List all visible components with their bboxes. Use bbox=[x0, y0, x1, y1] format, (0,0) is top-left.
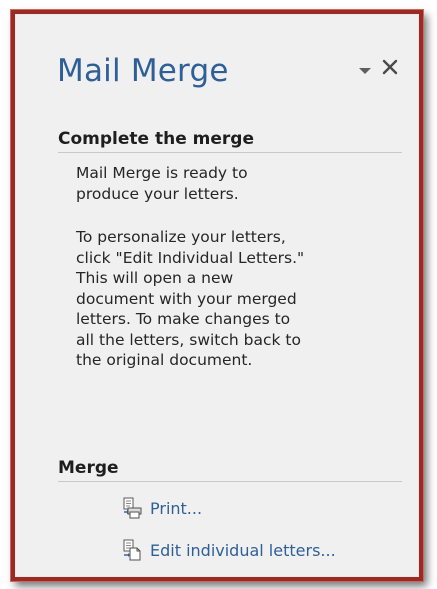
section-divider bbox=[58, 152, 402, 153]
merge-heading: Merge bbox=[58, 458, 119, 478]
instructions-line: the original document. bbox=[76, 351, 253, 369]
pane-options-dropdown-icon[interactable] bbox=[358, 66, 372, 76]
ready-message-line: produce your letters. bbox=[76, 184, 239, 203]
edit-letters-icon bbox=[123, 539, 141, 561]
edit-individual-letters-link[interactable]: Edit individual letters... bbox=[122, 538, 336, 562]
mail-merge-task-pane: Mail Merge Complete the merge Mail Merge… bbox=[11, 10, 423, 581]
instructions-line: To personalize your letters, bbox=[76, 228, 286, 246]
screenshot-frame: Mail Merge Complete the merge Mail Merge… bbox=[0, 0, 437, 589]
instructions-line: letters. To make changes to bbox=[76, 310, 291, 328]
edit-individual-letters-label[interactable]: Edit individual letters... bbox=[150, 541, 336, 560]
instructions-line: This will open a new bbox=[76, 269, 234, 287]
complete-merge-heading: Complete the merge bbox=[58, 129, 254, 149]
print-icon bbox=[123, 497, 142, 519]
instructions-text: To personalize your letters, click "Edit… bbox=[76, 227, 406, 371]
instructions-line: all the letters, switch back to bbox=[76, 330, 301, 349]
print-link-label[interactable]: Print... bbox=[150, 499, 202, 518]
print-link[interactable]: Print... bbox=[122, 496, 202, 520]
close-icon[interactable] bbox=[381, 58, 399, 76]
instructions-line: document with your merged bbox=[76, 289, 297, 308]
pane-title: Mail Merge bbox=[57, 53, 229, 89]
instructions-line: click "Edit Individual Letters." bbox=[76, 248, 305, 267]
ready-message: Mail Merge is ready to produce your lett… bbox=[76, 163, 406, 204]
section-divider bbox=[58, 481, 402, 482]
ready-message-line: Mail Merge is ready to bbox=[76, 164, 248, 182]
